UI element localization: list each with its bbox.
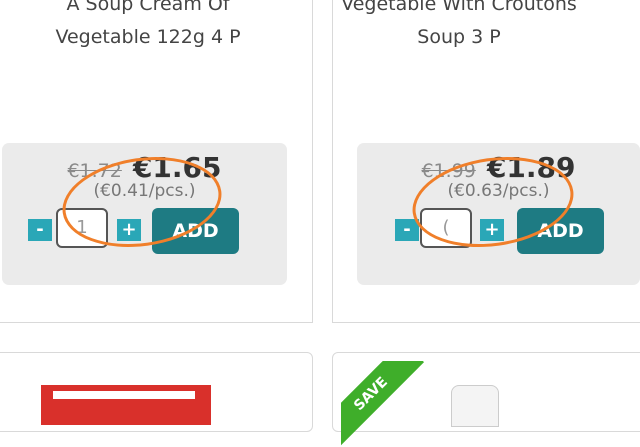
product-image[interactable]: [41, 385, 211, 425]
save-badge-label: SAVE: [341, 361, 425, 447]
product-title[interactable]: Vegetable With Croutons Soup 3 P: [311, 0, 607, 54]
product-title-line1: Vegetable With Croutons: [341, 0, 577, 15]
decrease-quantity-button[interactable]: -: [28, 219, 52, 241]
product-card[interactable]: [0, 352, 313, 432]
save-badge: SAVE: [341, 361, 427, 447]
product-image[interactable]: [451, 385, 499, 427]
product-title-line2: Vegetable 122g 4 P: [55, 26, 241, 48]
product-card[interactable]: SAVE: [332, 352, 640, 447]
product-title-line1: A Soup Cream Of: [66, 0, 230, 15]
product-title-line2: Soup 3 P: [417, 26, 501, 48]
product-title[interactable]: A Soup Cream Of Vegetable 122g 4 P: [14, 0, 282, 54]
